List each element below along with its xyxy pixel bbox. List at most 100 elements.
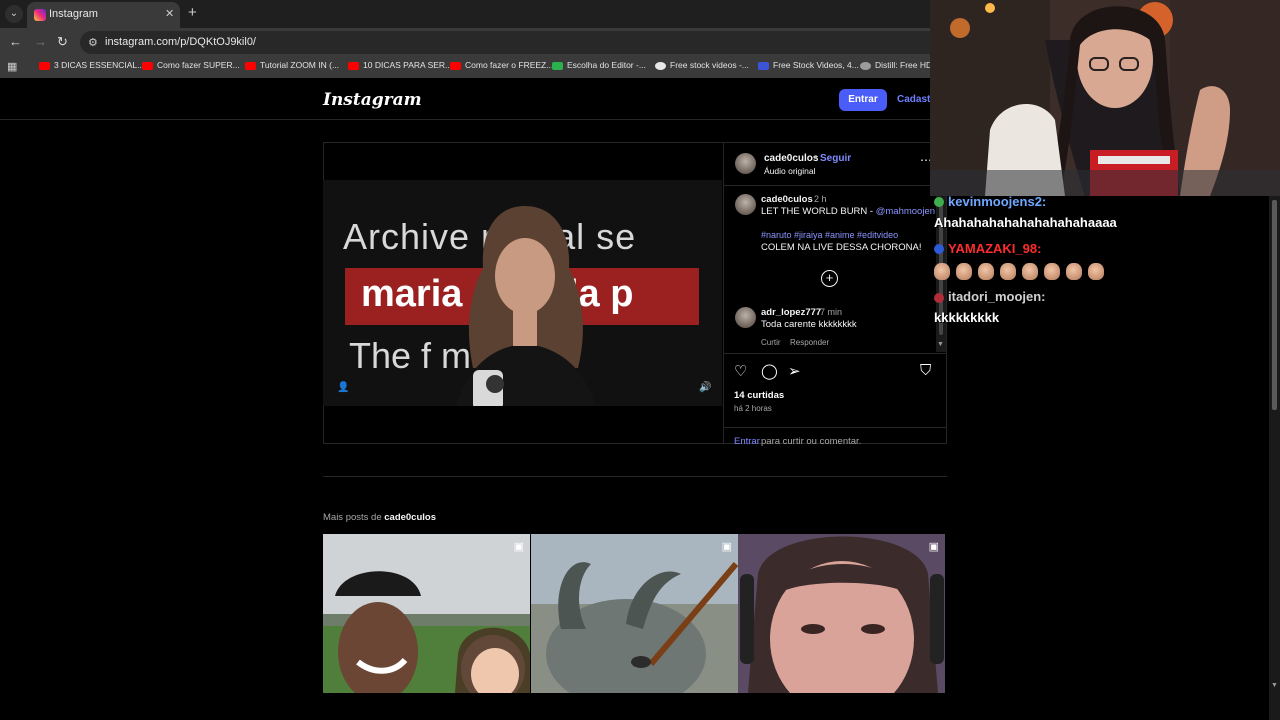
tab-close-icon[interactable]: ✕ — [165, 7, 174, 20]
bookmark-2[interactable]: Como fazer SUPER... — [142, 60, 240, 70]
chat-badge-icon — [934, 197, 944, 207]
thumbnail-2-image — [531, 534, 738, 693]
apps-grid-icon[interactable]: ▦ — [7, 60, 17, 73]
emote-icon — [1022, 263, 1038, 281]
audio-label[interactable]: Áudio original — [764, 166, 816, 176]
chat-emotes — [934, 263, 1110, 281]
tagged-user-icon[interactable]: 👤 — [337, 382, 349, 393]
chat-message: kkkkkkkkk — [934, 310, 1000, 325]
chat-badge-icon — [934, 244, 944, 254]
post-thumbnail-1[interactable]: ▣ — [323, 534, 530, 693]
site-info-icon[interactable]: ⚙ — [88, 36, 98, 49]
scroll-down-arrow-icon[interactable]: ▼ — [937, 341, 944, 348]
emote-icon — [956, 263, 972, 281]
browser-toolbar: ← → ↻ ⚙ instagram.com/p/DQKtOJ9kil0/ — [0, 28, 930, 56]
section-divider — [323, 476, 947, 477]
bookmark-8[interactable]: Free Stock Videos, 4... — [758, 60, 859, 70]
webcam-image — [930, 0, 1280, 196]
chat-username: YAMAZAKI_98: — [948, 241, 1042, 256]
heart-icon[interactable]: ♡ — [734, 362, 747, 380]
author-avatar[interactable] — [735, 153, 756, 174]
forward-arrow-icon[interactable]: → — [34, 34, 47, 49]
commenter-avatar[interactable] — [735, 307, 756, 328]
bookmark-7[interactable]: Free stock videos -... — [655, 60, 749, 70]
instagram-favicon-icon — [34, 9, 46, 21]
thumbnail-1-image — [323, 534, 530, 693]
comment-like-link[interactable]: Curtir — [761, 338, 781, 347]
screen: ⌄ Instagram ✕ + ← → ↻ ⚙ instagram.com/p/… — [0, 0, 1280, 720]
bookmark-3[interactable]: Tutorial ZOOM IN (... — [245, 60, 339, 70]
emote-icon — [978, 263, 994, 281]
emote-icon — [1044, 263, 1060, 281]
bookmark-9[interactable]: Distill: Free HD S — [860, 60, 940, 70]
youtube-icon — [450, 61, 461, 70]
page-scrollbar[interactable] — [1269, 196, 1280, 720]
bookmark-5[interactable]: Como fazer o FREEZ... — [450, 60, 553, 70]
login-prompt: Entrar para curtir ou comentar. — [724, 427, 947, 447]
youtube-icon — [348, 61, 359, 70]
more-posts-heading: Mais posts de cade0culos — [323, 512, 436, 523]
caption-time: 2 h — [814, 194, 827, 204]
caption-text: LET THE WORLD BURN - @mahmoojen — [761, 206, 936, 217]
bookmarks-bar: ▦ 3 DICAS ESSENCIAL... Como fazer SUPER.… — [0, 56, 940, 78]
distill-icon — [860, 61, 871, 70]
back-arrow-icon[interactable]: ← — [9, 34, 22, 49]
instagram-header: Instagram Entrar Cadastre — [0, 80, 940, 120]
bookmark-1[interactable]: 3 DICAS ESSENCIAL... — [39, 60, 144, 70]
login-prompt-link[interactable]: Entrar — [734, 436, 760, 447]
author-name[interactable]: cade0culos — [764, 153, 818, 164]
post-actions: ♡ ◯ ➢ ⛉ 14 curtidas há 2 horas Entrar pa… — [724, 353, 947, 447]
post-sidebar: cade0culos • Seguir Áudio original ⋯ cad… — [723, 143, 947, 447]
chat-badge-icon — [934, 293, 944, 303]
comment-author[interactable]: adr_lopez777 — [761, 307, 821, 318]
instagram-logo[interactable]: Instagram — [323, 90, 422, 110]
caption-hashtags[interactable]: #naruto #jiraiya #anime #editvideo — [761, 230, 898, 240]
emote-icon — [1000, 263, 1016, 281]
caption-mention[interactable]: @mahmoojen — [876, 206, 935, 217]
sound-icon[interactable]: 🔊 — [699, 382, 711, 393]
share-icon[interactable]: ➢ — [788, 362, 801, 380]
url-text[interactable]: instagram.com/p/DQKtOJ9kil0/ — [105, 36, 256, 48]
tab-search-chevron-icon[interactable]: ⌄ — [5, 5, 23, 23]
browser-tab[interactable]: Instagram ✕ — [27, 2, 180, 28]
address-bar[interactable]: ⚙ instagram.com/p/DQKtOJ9kil0/ — [80, 31, 930, 54]
post-thumbnail-2[interactable]: ▣ — [531, 534, 738, 693]
caption-avatar[interactable] — [735, 194, 756, 215]
bookmark-4[interactable]: 10 DICAS PARA SER... — [348, 60, 452, 70]
tab-title: Instagram — [49, 8, 98, 20]
new-tab-icon[interactable]: + — [188, 4, 197, 21]
comment-time: 7 min — [820, 307, 843, 317]
caption-author[interactable]: cade0culos — [761, 194, 813, 205]
chat-username: itadori_moojen: — [948, 289, 1046, 304]
login-prompt-text: para curtir ou comentar. — [761, 436, 862, 447]
reel-icon: ▣ — [721, 541, 732, 553]
post-header: cade0culos • Seguir Áudio original ⋯ — [724, 143, 947, 186]
post-video[interactable]: Archive reveal se maria duarda p The f m… — [323, 180, 722, 406]
youtube-icon — [142, 61, 153, 70]
posted-time: há 2 horas — [734, 404, 772, 413]
follow-button[interactable]: Seguir — [820, 153, 851, 164]
youtube-icon — [245, 61, 256, 70]
comment-reply-link[interactable]: Responder — [790, 338, 829, 347]
emote-icon — [1066, 263, 1082, 281]
load-more-comments-icon[interactable]: + — [821, 270, 838, 287]
separator-dot: • — [814, 153, 818, 164]
comment-text: Toda carente kkkkkkkk — [761, 319, 857, 330]
bookmark-6[interactable]: Escolha do Editor -... — [552, 60, 646, 70]
post-thumbnail-3[interactable]: ▣ — [738, 534, 945, 693]
login-button[interactable]: Entrar — [839, 89, 887, 111]
page-scroll-thumb[interactable] — [1272, 200, 1277, 410]
more-posts-user[interactable]: cade0culos — [384, 512, 436, 523]
reel-icon: ▣ — [928, 541, 939, 553]
pexels-icon — [655, 61, 666, 70]
thumbnail-3-image — [738, 534, 945, 693]
v-icon — [758, 61, 769, 70]
caption-extra: COLEM NA LIVE DESSA CHORONA! — [761, 242, 922, 253]
comment-icon[interactable]: ◯ — [761, 362, 778, 380]
page-scroll-down-icon[interactable]: ▼ — [1271, 682, 1278, 689]
streamer-webcam — [930, 0, 1280, 196]
reload-icon[interactable]: ↻ — [57, 34, 68, 50]
likes-count[interactable]: 14 curtidas — [734, 390, 784, 401]
reel-icon: ▣ — [513, 541, 524, 553]
bookmark-save-icon[interactable]: ⛉ — [920, 362, 931, 379]
